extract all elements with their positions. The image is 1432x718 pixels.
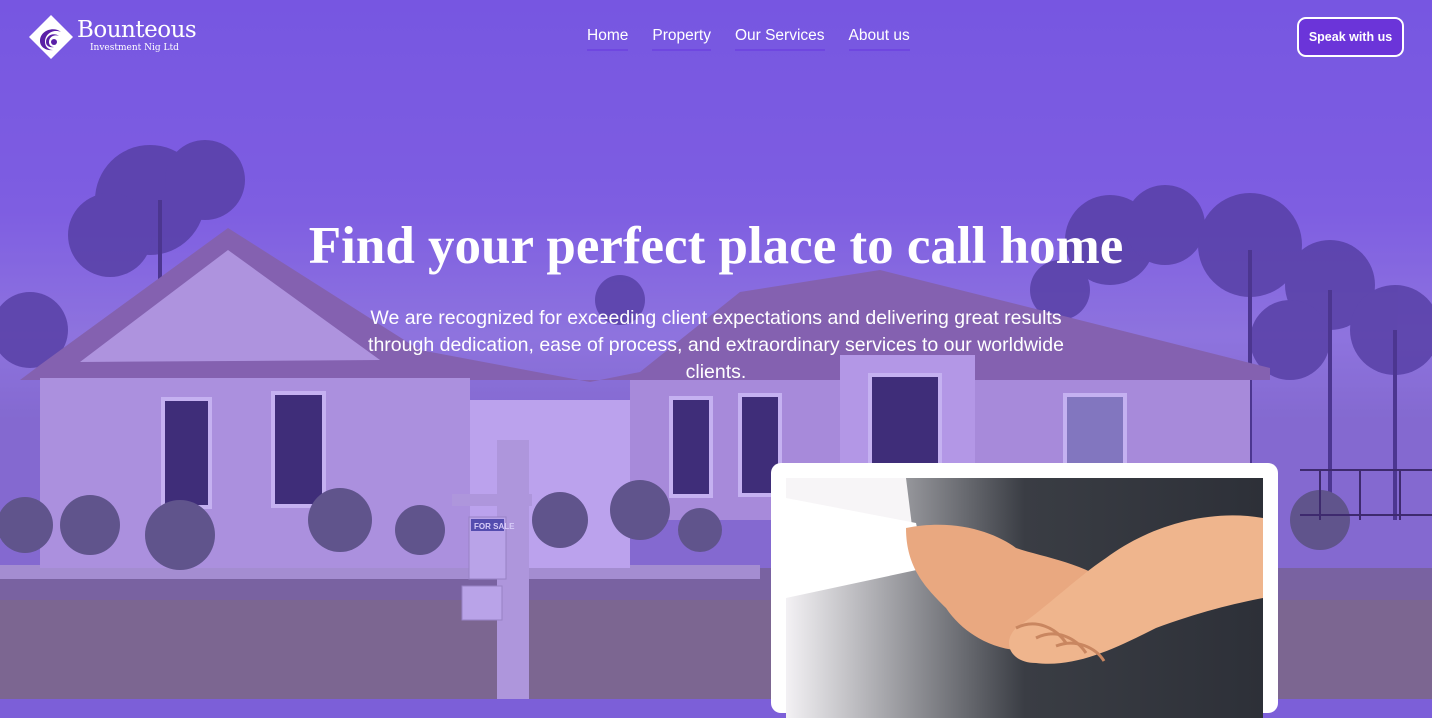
nav-home[interactable]: Home (587, 26, 629, 51)
hero-subcopy: We are recognized for exceeding client e… (368, 307, 1064, 383)
handshake-photo (786, 478, 1263, 718)
nav-property[interactable]: Property (652, 26, 711, 51)
brand-name: Bounteous (77, 17, 197, 43)
brand-logo[interactable]: Bounteous Investment Nig Ltd (28, 14, 203, 60)
speak-with-us-button[interactable]: Speak with us (1297, 17, 1404, 57)
logo-diamond-icon (29, 15, 73, 59)
hero-headline: Find your perfect place to call home (308, 217, 1124, 275)
main-nav: Home Property Our Services About us (587, 26, 910, 51)
brand-subtitle: Investment Nig Ltd (90, 43, 179, 53)
nav-about-us[interactable]: About us (848, 26, 910, 51)
feature-card (771, 463, 1278, 718)
nav-our-services[interactable]: Our Services (734, 26, 825, 51)
